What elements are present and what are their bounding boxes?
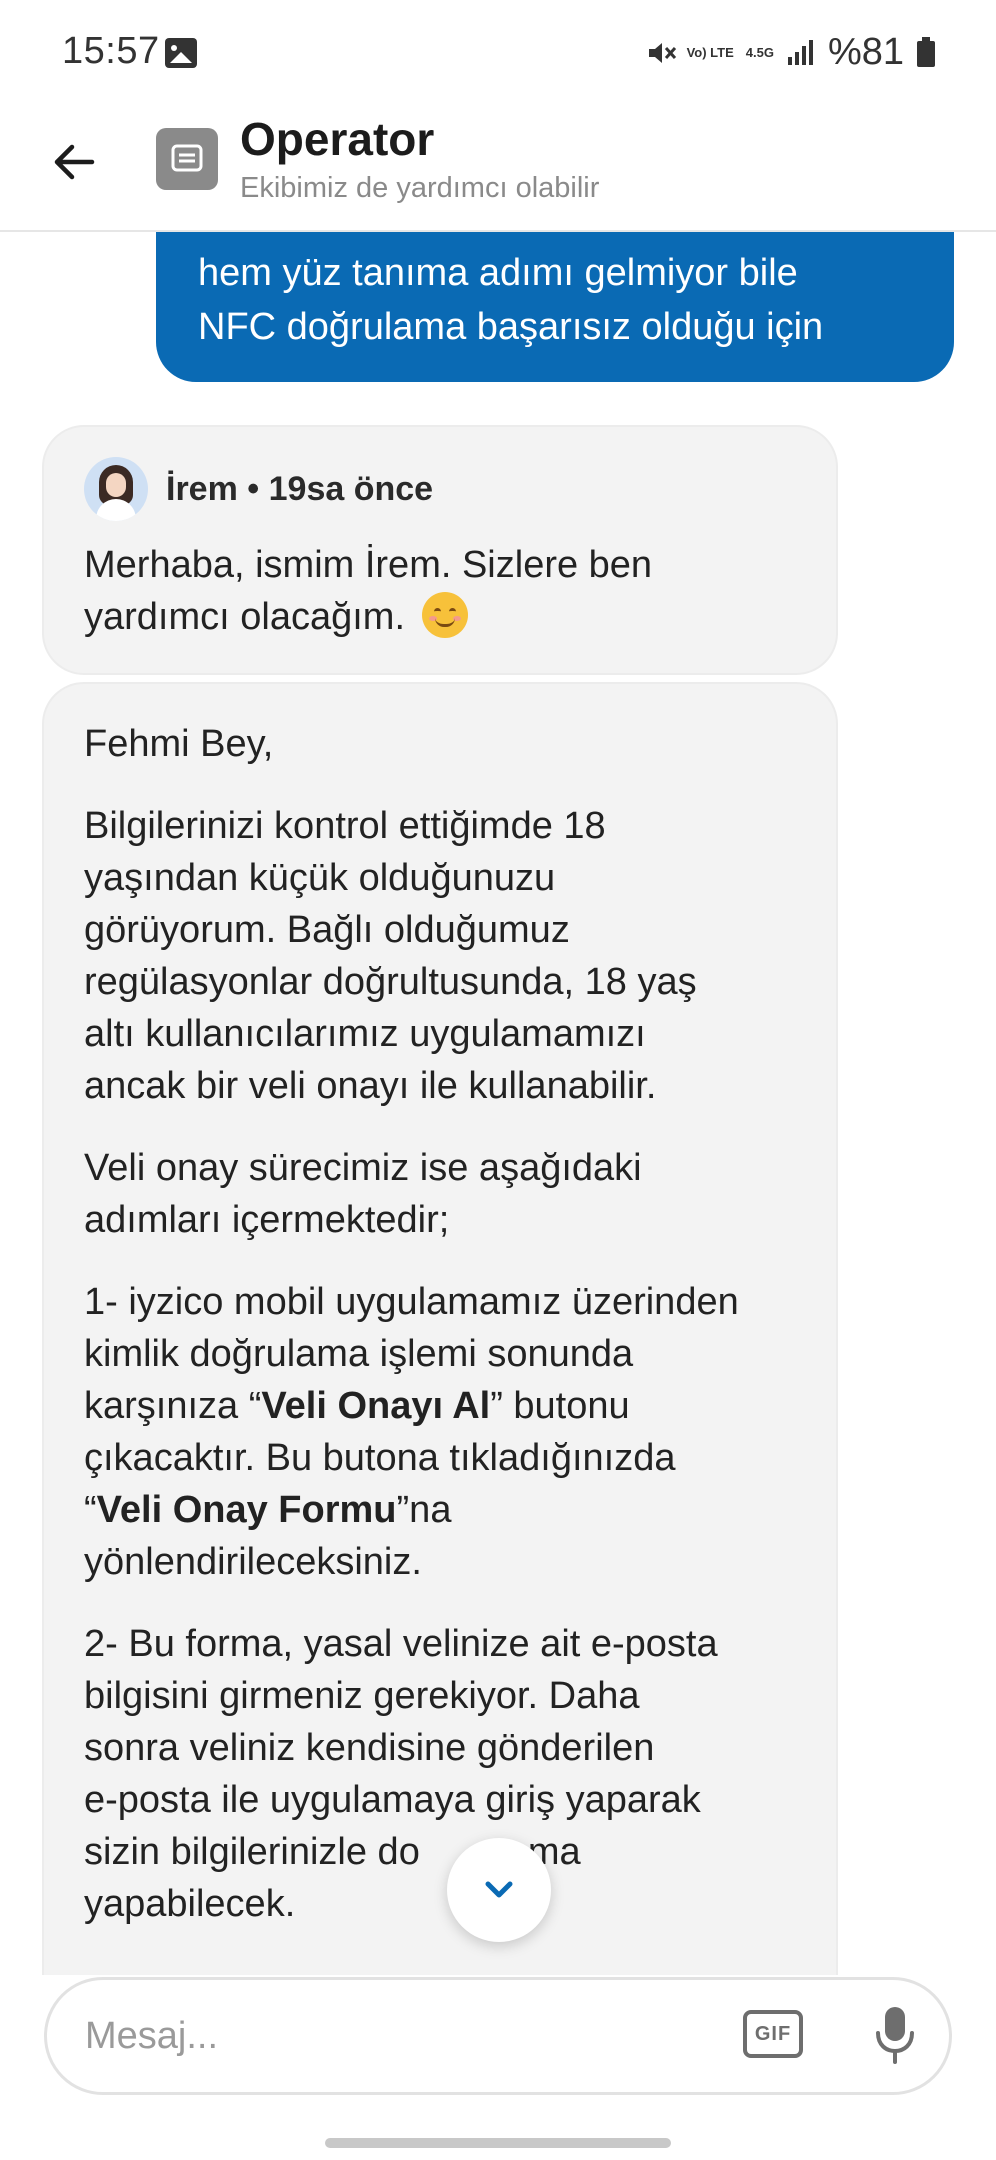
operator-avatar xyxy=(156,128,218,190)
bold-text: Veli Onay Formu xyxy=(96,1489,397,1531)
status-time: 15:57 xyxy=(62,30,160,72)
composer-area: GIF xyxy=(0,1975,996,2160)
battery-icon xyxy=(916,36,936,68)
message-paragraph: 1- iyzico mobil uygulamamız üzerinden ki… xyxy=(84,1281,739,1583)
message-line: yardımcı olacağım. xyxy=(84,591,796,643)
message-paragraph: 2- Bu forma, yasal velinize ait e-posta … xyxy=(84,1623,718,1925)
gallery-icon xyxy=(165,38,197,68)
status-indicators: Vo) LTE 4.5G %81 xyxy=(645,30,936,74)
outgoing-message: hem yüz tanıma adımı gelmiyor bile NFC d… xyxy=(156,232,954,382)
sender-name: İrem xyxy=(166,470,238,508)
chevron-down-icon xyxy=(485,1881,513,1898)
message-input[interactable] xyxy=(85,2006,725,2066)
microphone-button[interactable] xyxy=(865,2002,925,2068)
meta-separator: • xyxy=(247,470,260,508)
message-time: 19sa önce xyxy=(268,470,434,508)
message-line: hem yüz tanıma adımı gelmiyor bile xyxy=(198,252,798,294)
arrow-left-icon xyxy=(54,144,95,180)
bold-text: Veli Onayı Al xyxy=(261,1385,491,1427)
message-composer: GIF xyxy=(44,1977,952,2095)
home-indicator[interactable] xyxy=(325,2138,671,2148)
smile-emoji-icon xyxy=(421,592,468,638)
message-text: Fehmi Bey, Bilgilerinizi kontrol ettiğim… xyxy=(84,718,806,1960)
status-bar: 15:57 Vo) LTE 4.5G %81 xyxy=(0,0,996,110)
network-type-indicator: 4.5G xyxy=(745,44,774,60)
gif-icon: GIF xyxy=(754,2022,792,2045)
message-line: Merhaba, ismim İrem. Sizlere ben xyxy=(84,544,653,586)
chat-bubble-icon xyxy=(171,144,203,172)
message-text: Merhaba, ismim İrem. Sizlere ben yardımc… xyxy=(84,539,796,643)
message-line: NFC doğrulama başarısız olduğu için xyxy=(198,306,824,348)
agent-avatar xyxy=(84,457,148,521)
sender-row: İrem • 19sa önce xyxy=(84,457,433,521)
chat-header: Operator Ekibimiz de yardımcı olabilir xyxy=(0,110,996,232)
page-title: Operator xyxy=(240,113,435,165)
incoming-message: Fehmi Bey, Bilgilerinizi kontrol ettiğim… xyxy=(42,682,838,2002)
incoming-message: İrem • 19sa önce Merhaba, ismim İrem. Si… xyxy=(42,425,838,675)
microphone-icon xyxy=(876,2007,914,2064)
mute-icon xyxy=(645,37,676,67)
signal-icon xyxy=(786,37,816,67)
sender-meta: İrem • 19sa önce xyxy=(166,463,433,515)
gif-button[interactable]: GIF xyxy=(743,2010,803,2058)
message-paragraph: Bilgilerinizi kontrol ettiğimde 18 yaşın… xyxy=(84,805,697,1107)
page-subtitle: Ekibimiz de yardımcı olabilir xyxy=(240,172,600,204)
battery-percent: %81 xyxy=(827,30,904,73)
scroll-to-bottom-button[interactable] xyxy=(447,1838,551,1942)
back-button[interactable] xyxy=(44,132,104,192)
message-paragraph: Veli onay sürecimiz ise aşağıdaki adımla… xyxy=(84,1147,642,1241)
message-greeting: Fehmi Bey, xyxy=(84,723,274,765)
volte-indicator: Vo) LTE xyxy=(686,44,734,60)
